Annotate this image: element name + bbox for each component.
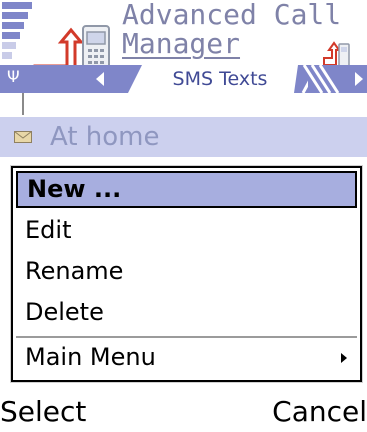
envelope-icon bbox=[14, 131, 32, 143]
menu-item-new[interactable]: New ... bbox=[16, 171, 357, 208]
small-call-manager-icon bbox=[323, 41, 350, 67]
menu-item-edit[interactable]: Edit bbox=[16, 212, 357, 249]
antenna-icon: Ψ bbox=[7, 67, 20, 86]
menu-separator bbox=[16, 336, 357, 338]
list-item-label: At home bbox=[50, 122, 160, 152]
tab-stripes-icon bbox=[302, 65, 340, 93]
menu-item-delete[interactable]: Delete bbox=[16, 294, 357, 331]
menu-item-main-menu-label: Main Menu bbox=[25, 343, 156, 371]
submenu-arrow-icon bbox=[341, 353, 347, 363]
tab-sms-texts[interactable]: SMS Texts bbox=[140, 67, 300, 91]
options-menu: New ... Edit Rename Delete Main Menu bbox=[11, 166, 362, 382]
softkey-cancel[interactable]: Cancel bbox=[272, 392, 367, 432]
tab-left-arrow-icon[interactable] bbox=[96, 72, 104, 86]
menu-item-main-menu[interactable]: Main Menu bbox=[16, 339, 357, 376]
phone-screen: Advanced Call Manager Ψ SMS Texts At hom… bbox=[0, 0, 367, 432]
divider-line bbox=[22, 93, 24, 115]
app-title-line2: Manager bbox=[122, 27, 241, 60]
tab-right-arrow-icon[interactable] bbox=[355, 72, 363, 86]
app-title: Advanced Call Manager bbox=[122, 0, 341, 58]
menu-item-rename[interactable]: Rename bbox=[16, 253, 357, 290]
signal-strength-icon bbox=[2, 2, 32, 60]
app-title-line1: Advanced Call bbox=[122, 0, 342, 31]
softkey-select[interactable]: Select bbox=[0, 392, 86, 432]
